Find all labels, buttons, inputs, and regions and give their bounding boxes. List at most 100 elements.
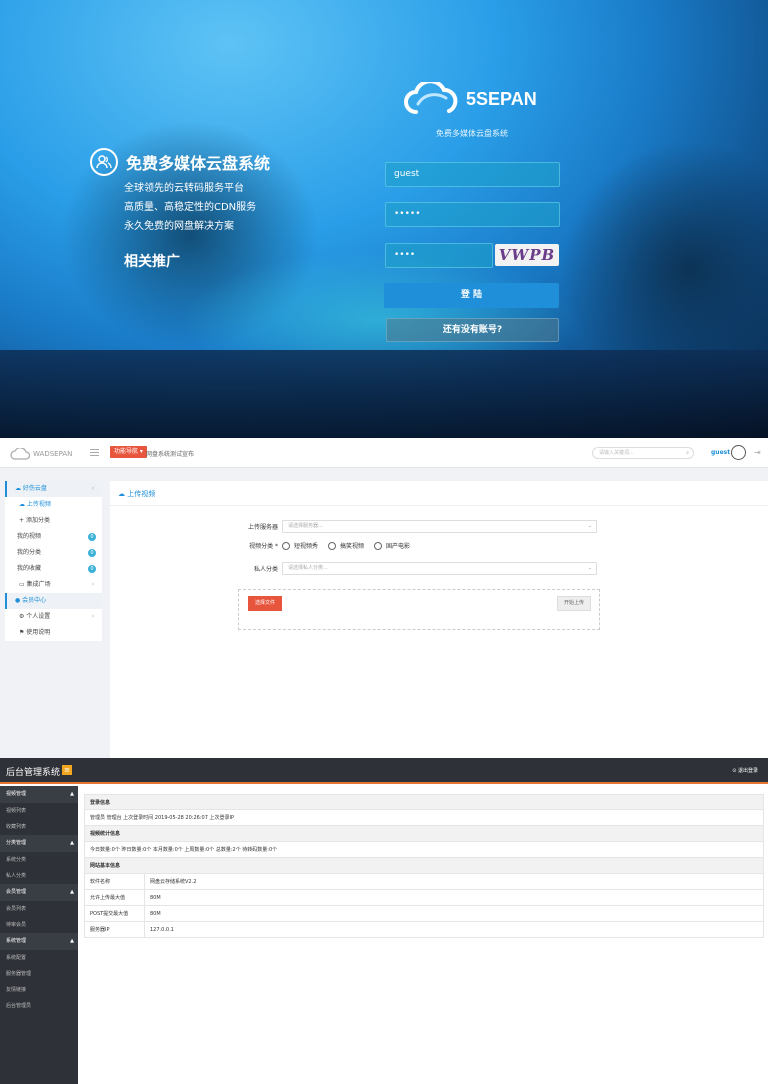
search-input[interactable]: 请输入关键词... ⌕ — [592, 447, 694, 459]
row-value: 80M — [150, 895, 161, 901]
sidebar-item-system-category[interactable]: 系统分类 — [0, 852, 78, 868]
stats-row: 今日数量:0个 昨日数量:0个 本月数量:0个 上周数量:0个 总数量:2个 待… — [84, 842, 764, 858]
count-badge: 0 — [88, 565, 96, 573]
sidebar-item-system-config[interactable]: 系统配置 — [0, 950, 78, 966]
sidebar-group-member[interactable]: ● 会员中心 — [5, 593, 102, 609]
radio-category-2[interactable]: 国产电影 — [374, 541, 410, 550]
cloud-icon: ☁ — [15, 485, 23, 492]
row-value: 80M — [150, 911, 161, 917]
table-row: POST提交最大值 80M — [84, 906, 764, 922]
cloud-logo-icon — [404, 82, 458, 114]
count-badge: 0 — [88, 549, 96, 557]
count-badge: 0 — [88, 533, 96, 541]
login-info-row: 管理员 管理台 上次登录时间 2019-05-28 20:26:07 上次登录I… — [84, 810, 764, 826]
start-upload-button[interactable]: 开始上传 — [557, 596, 591, 611]
notice-text: 网盘系统测试宣布 — [146, 451, 195, 458]
server-row: 上传服务器 请选择服务器... ⌄ — [230, 520, 597, 533]
logout-link[interactable]: ⊙ 退出登录 — [732, 767, 758, 774]
sidebar-group-cloud[interactable]: ☁ 好伤云盘 ‹ — [5, 481, 102, 497]
radio-circle[interactable] — [328, 541, 337, 550]
promo-line: 永久免费的网盘解决方案 — [124, 221, 234, 232]
upload-screen: WADSEPAN 功能导航 ▾ 网盘系统测试宣布 请输入关键词... ⌕ gue… — [0, 438, 768, 758]
sidebar-item-label: 集成广场 — [26, 581, 51, 588]
captcha-field[interactable]: •••• — [385, 243, 493, 268]
admin-screen: 后台管理系统 ≡ ⊙ 退出登录 视频管理 ▲ 视频列表 收藏列表 分类管理 ▲ 系统… — [0, 758, 768, 1084]
brand-name: 5SEPAN — [466, 88, 537, 109]
logout-icon[interactable]: ⇥ — [754, 448, 761, 457]
sidebar-item-video-list[interactable]: 视频列表 — [0, 803, 78, 819]
password-field[interactable]: ••••• — [385, 202, 560, 227]
promo-block: 免费多媒体云盘系统 全球领先的云转码服务平台 高质量、高稳定性的CDN服务 永久… — [90, 148, 270, 271]
sidebar-item-admins[interactable]: 后台管理员 — [0, 998, 78, 1014]
logo-text: WADSEPAN — [33, 450, 73, 458]
radio-circle[interactable] — [374, 541, 383, 550]
upload-dropzone[interactable]: 选择文件 开始上传 — [238, 589, 600, 630]
admin-top-bar: 后台管理系统 ≡ ⊙ 退出登录 — [0, 758, 768, 784]
sidebar-item-label: 我的视频 — [17, 533, 42, 540]
site-logo[interactable]: WADSEPAN — [10, 448, 72, 460]
sidebar-item-upload[interactable]: ☁ 上传视频 — [5, 497, 102, 513]
login-subtitle: 免费多媒体云盘系统 — [436, 129, 508, 138]
sidebar-item-square[interactable]: ▭ 集成广场 › — [5, 577, 102, 593]
category-row: 视频分类 * 短视频秀 搞笑视频 国产电影 — [230, 541, 420, 550]
login-button[interactable]: 登 陆 — [384, 283, 559, 308]
captcha-image[interactable]: VWPB — [495, 244, 559, 266]
sidebar-item-help[interactable]: ⚑ 使用说明 — [5, 625, 102, 641]
row-key: 软件名称 — [90, 874, 145, 889]
choose-file-button[interactable]: 选择文件 — [248, 596, 282, 611]
admin-info-table: 登录信息 管理员 管理台 上次登录时间 2019-05-28 20:26:07 … — [84, 794, 764, 938]
sidebar-item-my-categories[interactable]: 我的分类 0 — [5, 545, 102, 561]
chevron-down-icon: ⌄ — [587, 523, 592, 529]
private-select[interactable]: 请选择私人分类... ⌄ — [282, 562, 597, 575]
avatar[interactable] — [731, 445, 746, 460]
page-title-text: 上传视频 — [127, 490, 156, 498]
row-value: 网盘云存储系统V2.2 — [150, 879, 197, 885]
radio-circle[interactable] — [282, 541, 290, 550]
chevron-icon: › — [91, 613, 94, 620]
username-link[interactable]: guest — [711, 449, 730, 456]
sidebar-item-server-manage[interactable]: 服务器管理 — [0, 966, 78, 982]
sidebar-group-category[interactable]: 分类管理 ▲ — [0, 835, 78, 852]
sidebar-item-label: 我的收藏 — [17, 565, 42, 572]
sidebar-item-favorites-list[interactable]: 收藏列表 — [0, 819, 78, 835]
server-select[interactable]: 请选择服务器... ⌄ — [282, 520, 597, 533]
menu-toggle-icon[interactable] — [90, 449, 99, 458]
sidebar-item-my-videos[interactable]: 我的视频 0 — [5, 529, 102, 545]
private-label: 私人分类 — [253, 566, 278, 573]
cloud-icon — [10, 448, 30, 460]
divider — [110, 505, 768, 506]
nav-dropdown[interactable]: 功能导航 ▾ — [110, 446, 147, 458]
sidebar-item-settings[interactable]: ⚙ 个人设置 › — [5, 609, 102, 625]
chevron-down-icon: ⌄ — [587, 565, 592, 571]
radio-category-0[interactable]: 短视频秀 — [282, 541, 318, 550]
promo-line: 全球领先的云转码服务平台 — [124, 183, 244, 194]
upload-main: ☁ 上传视频 上传服务器 请选择服务器... ⌄ 视频分类 * 短视频秀 搞笑视频… — [110, 481, 768, 758]
sidebar-item-pending-member[interactable]: 待审会员 — [0, 917, 78, 933]
sidebar-item-favorites[interactable]: 我的收藏 0 — [5, 561, 102, 577]
stats-header: 视频统计信息 — [84, 826, 764, 842]
sidebar-item-add-category[interactable]: + 添加分类 — [5, 513, 102, 529]
radio-category-1[interactable]: 搞笑视频 — [328, 541, 364, 550]
promo-title: 免费多媒体云盘系统 — [126, 154, 271, 173]
register-button[interactable]: 还有没有账号? — [386, 318, 559, 342]
sidebar-group-video[interactable]: 视频管理 ▲ — [0, 786, 78, 803]
sidebar: ☁ 好伤云盘 ‹ ☁ 上传视频 + 添加分类 我的视频 0 我的分类 0 我的收藏 0 … — [5, 481, 102, 641]
chevron-up-icon: ▲ — [70, 938, 74, 944]
sidebar-group-member[interactable]: 会员管理 ▲ — [0, 884, 78, 901]
admin-title: 后台管理系统 — [6, 768, 61, 778]
sidebar-item-member-list[interactable]: 会员列表 — [0, 901, 78, 917]
chevron-up-icon: ▲ — [70, 840, 74, 846]
sidebar-item-label: 上传视频 — [26, 501, 51, 508]
sidebar-item-label: 添加分类 — [25, 517, 50, 524]
username-field[interactable]: guest — [385, 162, 560, 187]
search-icon[interactable]: ⌕ — [686, 448, 689, 458]
sidebar-item-links[interactable]: 友情链接 — [0, 982, 78, 998]
menu-icon[interactable]: ≡ — [62, 765, 72, 775]
plus-icon: + — [19, 517, 26, 524]
sidebar-group-system[interactable]: 系统管理 ▲ — [0, 933, 78, 950]
group-label: 视频管理 — [6, 791, 27, 797]
bg-shape — [0, 350, 768, 438]
promo-more-link[interactable]: 相关推广 — [124, 251, 270, 271]
select-placeholder: 请选择私人分类... — [288, 565, 328, 571]
sidebar-item-private-category[interactable]: 私人分类 — [0, 868, 78, 884]
